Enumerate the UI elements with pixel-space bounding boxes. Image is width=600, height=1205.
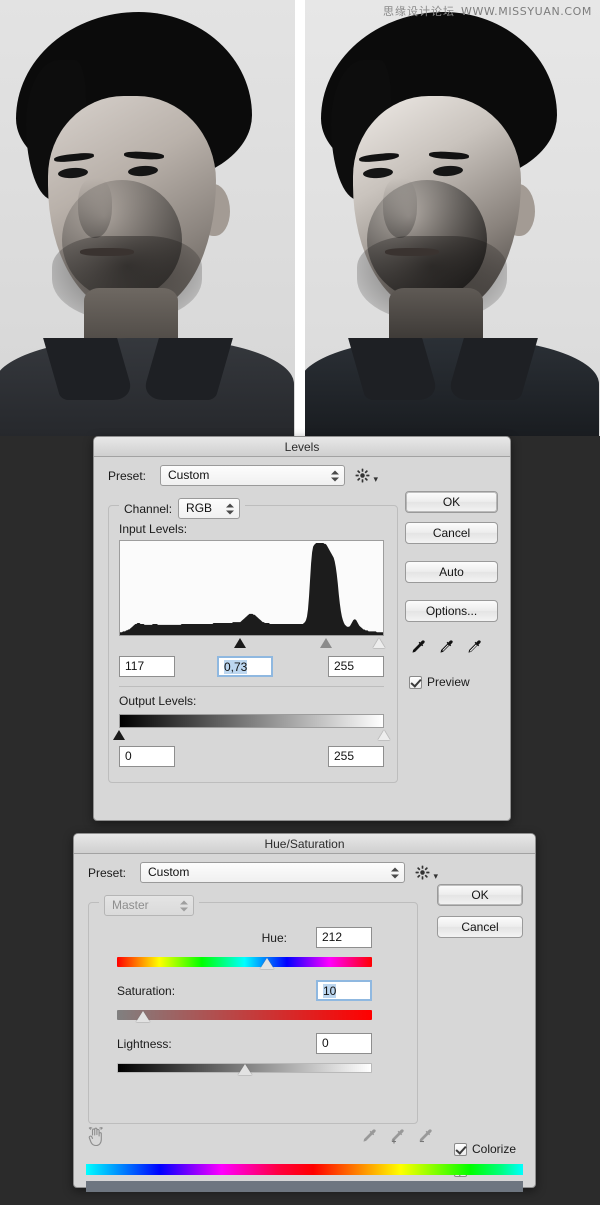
checkbox-box: [409, 675, 422, 689]
cancel-button[interactable]: Cancel: [405, 522, 498, 544]
eyedropper-minus-icon[interactable]: [418, 1128, 435, 1148]
master-row: Master: [99, 895, 199, 916]
levels-dialog: Levels Preset: Custom ▾ Channel: RGB Inp…: [93, 436, 511, 821]
watermark-chinese: 思缘设计论坛: [382, 5, 455, 18]
channel-value: RGB: [186, 501, 213, 515]
eyedropper-icon[interactable]: [362, 1128, 379, 1148]
nose-shape: [383, 178, 417, 238]
nose-shape: [78, 178, 112, 238]
lightness-label: Lightness:: [117, 1037, 172, 1051]
preview-checkbox[interactable]: Preview: [409, 675, 470, 689]
gear-icon[interactable]: [415, 865, 438, 882]
photo-before: [0, 0, 295, 436]
channel-select[interactable]: RGB: [178, 498, 241, 519]
input-highlight-field[interactable]: 255: [328, 656, 384, 677]
output-shadow-field[interactable]: 0: [119, 746, 175, 767]
hand-scrub-icon[interactable]: [86, 1126, 104, 1147]
hue-saturation-dialog: Hue/Saturation Preset: Custom ▾ OK Cance…: [73, 833, 536, 1192]
checkbox-box: [454, 1142, 467, 1156]
watermark: 思缘设计论坛 WWW.MISSYUAN.COM: [383, 3, 592, 19]
input-shadow-handle[interactable]: [234, 638, 247, 648]
huesat-groupbox: Master Hue: 212 Saturation: 10 Lightness…: [88, 895, 418, 1124]
ok-button[interactable]: OK: [437, 884, 523, 906]
saturation-field[interactable]: 10: [316, 980, 372, 1001]
input-shadow-field[interactable]: 117: [119, 656, 175, 677]
hue-label: Hue:: [261, 931, 287, 945]
input-midtone-field[interactable]: 0,73: [217, 656, 273, 677]
preset-select[interactable]: Custom: [160, 465, 345, 486]
preset-row: Preset: Custom: [108, 465, 398, 486]
photo-divider: [295, 0, 305, 436]
levels-eyedroppers: [411, 639, 484, 659]
saturation-gradient: [117, 1010, 372, 1020]
eyedropper-white-icon[interactable]: [467, 639, 484, 659]
mouth-shape: [385, 248, 439, 256]
portrait-graded: [305, 0, 600, 436]
output-highlight-handle[interactable]: [378, 730, 390, 740]
huesat-eyedroppers: [362, 1128, 435, 1148]
input-midtone-value: 0,73: [224, 660, 248, 674]
lightness-slider-handle[interactable]: [237, 1064, 252, 1075]
input-levels-slider[interactable]: [119, 638, 385, 650]
hue-slider[interactable]: [117, 957, 372, 969]
levels-groupbox: Channel: RGB Input Levels: 117 0,73 255 …: [108, 498, 398, 783]
section-divider: [119, 686, 384, 687]
output-levels-slider[interactable]: [113, 730, 390, 742]
hue-slider-handle[interactable]: [260, 958, 275, 969]
eyedropper-plus-icon[interactable]: [390, 1128, 407, 1148]
channel-label: Channel:: [124, 501, 173, 516]
channel-select-master[interactable]: Master: [104, 895, 194, 916]
cancel-button[interactable]: Cancel: [437, 916, 523, 938]
colorize-label: Colorize: [472, 1142, 517, 1156]
saturation-value: 10: [323, 984, 337, 998]
watermark-url: WWW.MISSYUAN.COM: [460, 5, 592, 18]
chevron-updown-icon: [226, 502, 235, 515]
lightness-slider[interactable]: [117, 1063, 372, 1075]
input-midtone-handle[interactable]: [319, 638, 332, 648]
output-shadow-handle[interactable]: [113, 730, 125, 740]
portrait-original: [0, 0, 295, 436]
spectrum-bar-bottom: [86, 1181, 523, 1192]
chevron-updown-icon: [391, 866, 399, 879]
photo-comparison-strip: 思缘设计论坛 WWW.MISSYUAN.COM: [0, 0, 600, 436]
chevron-updown-icon: [331, 469, 339, 482]
preset-value: Custom: [148, 865, 190, 879]
saturation-slider[interactable]: [117, 1010, 372, 1022]
preset-label: Preset:: [108, 468, 147, 483]
chevron-updown-icon: [180, 899, 188, 912]
preview-label: Preview: [427, 675, 470, 689]
lightness-field[interactable]: 0: [316, 1033, 372, 1054]
channel-row: Channel: RGB: [119, 498, 246, 519]
input-levels-label: Input Levels:: [119, 522, 188, 536]
auto-button[interactable]: Auto: [405, 561, 498, 583]
mouth-shape: [80, 248, 134, 256]
saturation-slider-handle[interactable]: [135, 1011, 150, 1022]
output-highlight-field[interactable]: 255: [328, 746, 384, 767]
hue-field[interactable]: 212: [316, 927, 372, 948]
eyedropper-black-icon[interactable]: [411, 639, 428, 659]
preset-row: Preset: Custom: [88, 862, 438, 883]
eyedropper-gray-icon[interactable]: [439, 639, 456, 659]
options-button[interactable]: Options...: [405, 600, 498, 622]
input-highlight-handle[interactable]: [372, 638, 385, 648]
saturation-label: Saturation:: [117, 984, 176, 998]
spectrum-bar-top: [86, 1164, 523, 1175]
histogram: [119, 540, 384, 636]
colorize-checkbox[interactable]: Colorize: [454, 1142, 516, 1156]
preset-label: Preset:: [88, 865, 127, 880]
master-value: Master: [112, 898, 149, 912]
output-gradient: [119, 714, 384, 728]
hue-gradient: [117, 957, 372, 967]
output-levels-label: Output Levels:: [119, 694, 197, 708]
photo-after: [305, 0, 600, 436]
preset-select[interactable]: Custom: [140, 862, 405, 883]
levels-titlebar[interactable]: Levels: [94, 437, 510, 457]
gear-icon[interactable]: [355, 468, 378, 485]
huesat-titlebar[interactable]: Hue/Saturation: [74, 834, 535, 854]
ok-button[interactable]: OK: [405, 491, 498, 513]
preset-value: Custom: [168, 468, 210, 482]
